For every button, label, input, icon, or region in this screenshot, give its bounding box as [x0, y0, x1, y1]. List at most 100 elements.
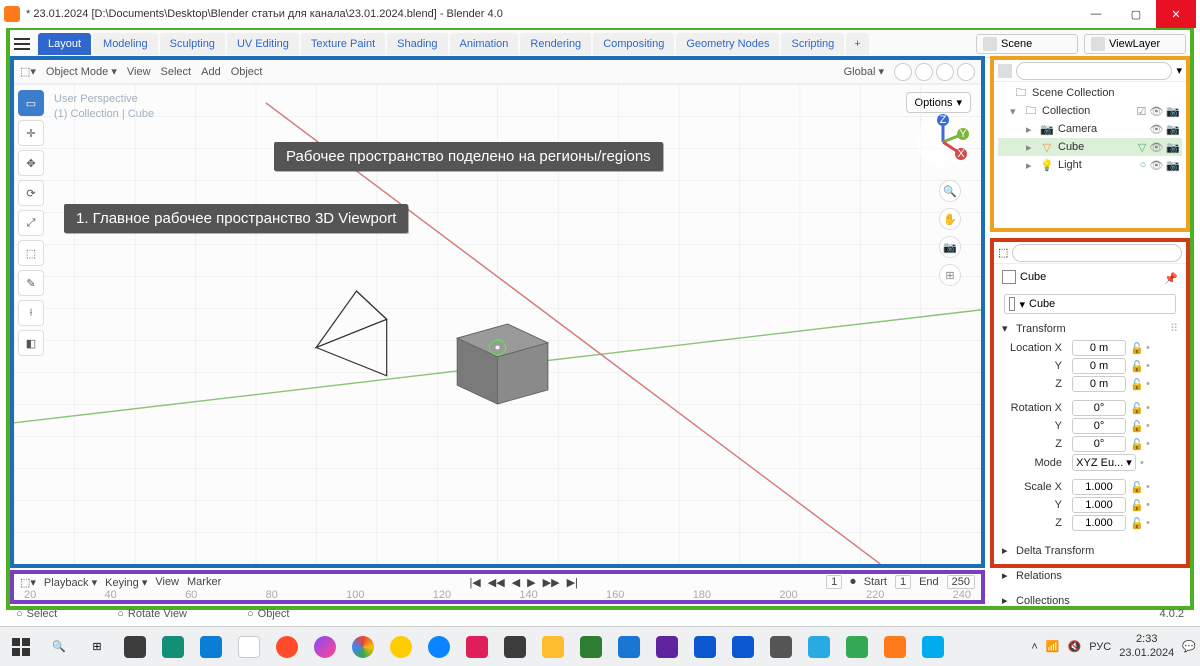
render-icon[interactable]: 📷	[1166, 105, 1180, 118]
taskbar-app[interactable]	[308, 631, 342, 663]
loc-z-input[interactable]: 0 m	[1072, 376, 1126, 392]
tab-texturepaint[interactable]: Texture Paint	[301, 33, 385, 55]
lock-icon[interactable]: 🔓	[1130, 420, 1142, 433]
scale-z-input[interactable]: 1.000	[1072, 515, 1126, 531]
menu-select[interactable]: Select	[161, 66, 192, 78]
tray-clock[interactable]: 2:3323.01.2024	[1119, 633, 1174, 659]
eye-icon[interactable]: 👁	[1149, 105, 1163, 118]
maximize-button[interactable]: ▢	[1116, 0, 1156, 28]
outliner-item-light[interactable]: ▸💡Light○👁📷	[998, 156, 1182, 174]
shading-solid-button[interactable]	[915, 63, 933, 81]
tab-sculpting[interactable]: Sculpting	[160, 33, 225, 55]
menu-keying[interactable]: Keying ▾	[105, 576, 147, 589]
taskbar-app[interactable]	[232, 631, 266, 663]
tool-cursor[interactable]: ✛	[18, 120, 44, 146]
lock-icon[interactable]: 🔓	[1130, 402, 1142, 415]
timeline-type-icon[interactable]: ⬚▾	[20, 576, 36, 589]
shading-rendered-button[interactable]	[957, 63, 975, 81]
data-icon[interactable]: ○	[1140, 159, 1147, 172]
shading-matprev-button[interactable]	[936, 63, 954, 81]
timeline-ruler[interactable]: 20406080100120140160180200220240	[14, 589, 981, 601]
checkbox-icon[interactable]: ☑	[1136, 105, 1146, 118]
start-button[interactable]	[4, 631, 38, 663]
scale-y-input[interactable]: 1.000	[1072, 497, 1126, 513]
taskbar-app[interactable]	[726, 631, 760, 663]
tray-lang[interactable]: РУС	[1089, 641, 1111, 653]
rot-x-input[interactable]: 0°	[1072, 400, 1126, 416]
nav-gizmo[interactable]: Z Y X	[915, 114, 971, 170]
tab-shading[interactable]: Shading	[387, 33, 447, 55]
tool-addcube[interactable]: ◧	[18, 330, 44, 356]
menu-add[interactable]: Add	[201, 66, 221, 78]
minimize-button[interactable]: —	[1076, 0, 1116, 28]
eye-icon[interactable]: 👁	[1149, 159, 1163, 172]
rot-mode-select[interactable]: XYZ Eu... ▾	[1072, 454, 1136, 471]
rot-z-input[interactable]: 0°	[1072, 436, 1126, 452]
outliner-search[interactable]	[1016, 62, 1172, 80]
taskbar-app[interactable]	[422, 631, 456, 663]
taskview-button[interactable]: ⊞	[80, 631, 114, 663]
panel-transform-header[interactable]: ▾Transform⠿	[1002, 318, 1178, 339]
tray-notifications-icon[interactable]: 💬	[1182, 640, 1196, 653]
tool-select[interactable]: ▭	[18, 90, 44, 116]
tool-transform[interactable]: ⬚	[18, 240, 44, 266]
camera-view-button[interactable]: 📷	[939, 236, 961, 258]
close-button[interactable]: ✕	[1156, 0, 1196, 28]
taskbar-app[interactable]	[536, 631, 570, 663]
panel-relations-header[interactable]: ▸Relations	[1002, 565, 1178, 586]
properties-search[interactable]	[1012, 244, 1182, 262]
outliner-scene-collection[interactable]: 🗀Scene Collection	[998, 84, 1182, 102]
tool-rotate[interactable]: ⟳	[18, 180, 44, 206]
mode-dropdown[interactable]: Object Mode	[46, 65, 117, 78]
drag-grip-icon[interactable]: ⠿	[1170, 322, 1178, 335]
tab-layout[interactable]: Layout	[38, 33, 91, 55]
orientation-dropdown[interactable]: Global	[844, 65, 884, 78]
autokey-icon[interactable]: ⏺	[850, 576, 856, 589]
taskbar-app[interactable]	[802, 631, 836, 663]
tray-volume-icon[interactable]: 🔇	[1068, 640, 1082, 653]
scale-x-input[interactable]: 1.000	[1072, 479, 1126, 495]
prev-key-button[interactable]: ◀◀	[486, 576, 507, 589]
filter-icon[interactable]: ▾	[1176, 64, 1182, 77]
taskbar-app[interactable]	[764, 631, 798, 663]
jump-start-button[interactable]: |◀	[467, 576, 482, 589]
loc-x-input[interactable]: 0 m	[1072, 340, 1126, 356]
taskbar-app[interactable]	[194, 631, 228, 663]
taskbar-app[interactable]	[460, 631, 494, 663]
panel-delta-header[interactable]: ▸Delta Transform	[1002, 540, 1178, 561]
tab-rendering[interactable]: Rendering	[520, 33, 591, 55]
eye-icon[interactable]: 👁	[1149, 123, 1163, 136]
properties-type-icon[interactable]: ⬚	[998, 246, 1008, 259]
taskbar-app[interactable]	[650, 631, 684, 663]
viewport-3d[interactable]: User Perspective (1) Collection | Cube ▭…	[14, 84, 981, 564]
loc-y-input[interactable]: 0 m	[1072, 358, 1126, 374]
eye-icon[interactable]: 👁	[1149, 141, 1163, 154]
shading-wire-button[interactable]	[894, 63, 912, 81]
pin-icon[interactable]: 📌	[1164, 272, 1178, 285]
scene-selector[interactable]	[976, 34, 1078, 54]
start-frame[interactable]: 1	[895, 575, 911, 589]
tool-scale[interactable]: ⤢	[18, 210, 44, 236]
current-frame[interactable]: 1	[826, 575, 842, 589]
tab-scripting[interactable]: Scripting	[781, 33, 844, 55]
outliner-collection[interactable]: ▾🗀Collection☑👁📷	[998, 102, 1182, 120]
outliner-item-camera[interactable]: ▸📷Camera👁📷	[998, 120, 1182, 138]
lock-icon[interactable]: 🔓	[1130, 342, 1142, 355]
taskbar-app[interactable]	[612, 631, 646, 663]
search-button[interactable]: 🔍	[42, 631, 76, 663]
add-workspace-button[interactable]: +	[846, 33, 868, 55]
zoom-button[interactable]: 🔍	[939, 180, 961, 202]
viewlayer-selector[interactable]	[1084, 34, 1186, 54]
taskbar-app[interactable]	[156, 631, 190, 663]
object-name-field[interactable]: ▾	[1004, 294, 1176, 314]
viewlayer-name[interactable]	[1109, 38, 1179, 50]
tab-geometrynodes[interactable]: Geometry Nodes	[676, 33, 779, 55]
render-icon[interactable]: 📷	[1166, 141, 1180, 154]
taskbar-app[interactable]	[270, 631, 304, 663]
data-icon[interactable]: ▽	[1138, 141, 1146, 154]
menu-object[interactable]: Object	[231, 66, 263, 78]
next-key-button[interactable]: ▶▶	[541, 576, 562, 589]
pan-button[interactable]: ✋	[939, 208, 961, 230]
tool-annotate[interactable]: ✎	[18, 270, 44, 296]
lock-icon[interactable]: 🔓	[1130, 481, 1142, 494]
